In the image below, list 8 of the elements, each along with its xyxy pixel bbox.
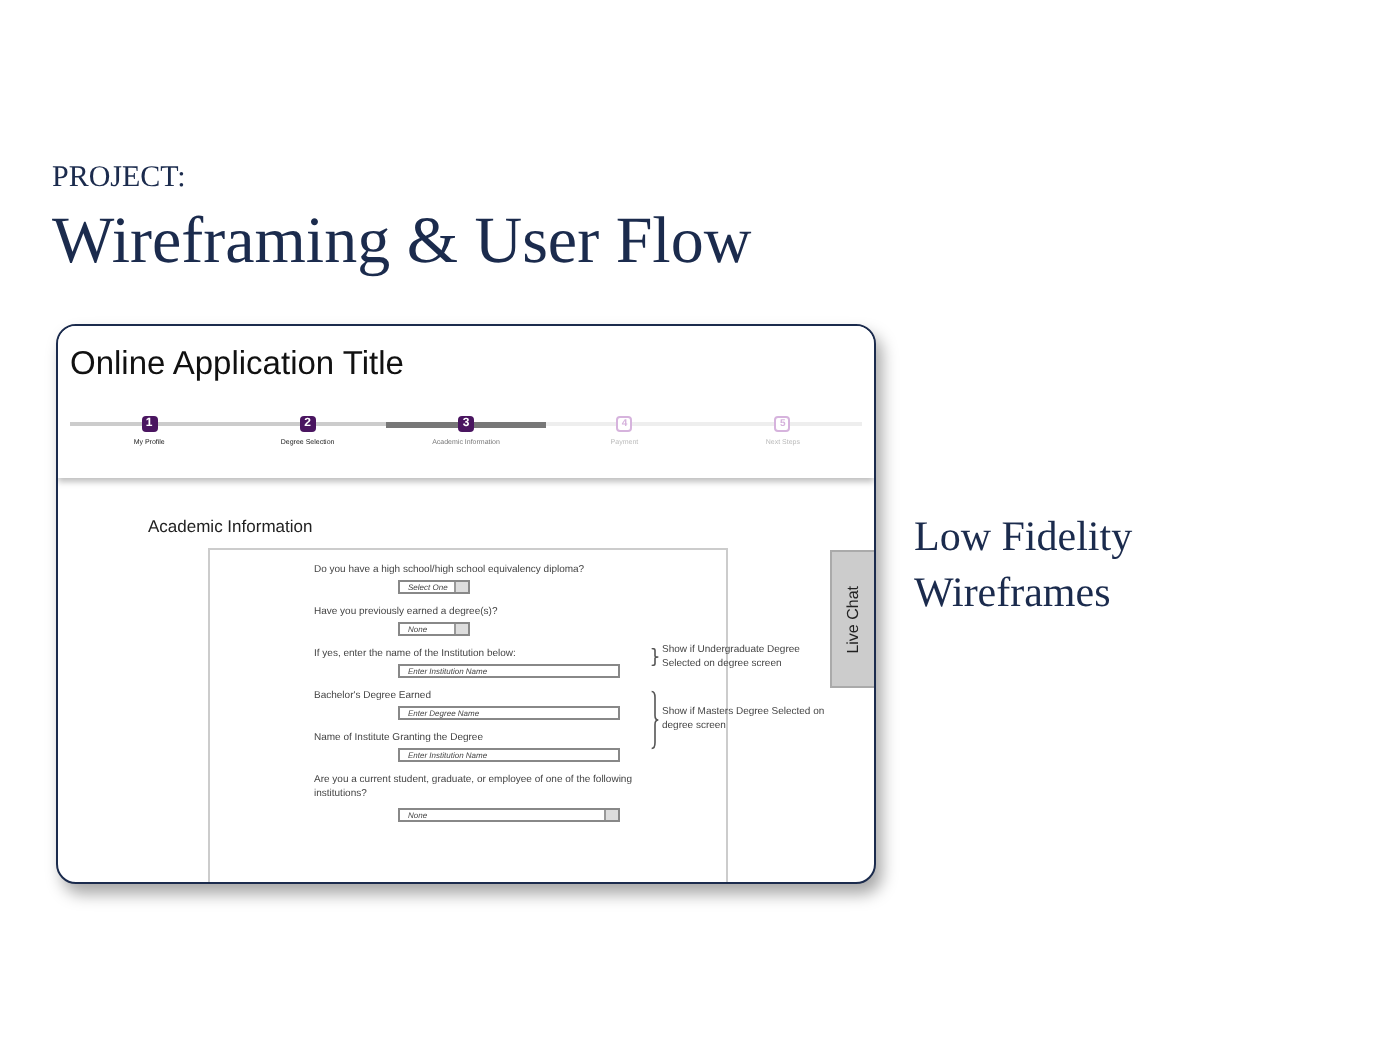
app-title: Online Application Title [70,346,404,384]
section-title: Academic Information [148,516,313,536]
live-chat-tab[interactable]: Live Chat [830,550,874,688]
eyebrow: PROJECT: [52,160,186,196]
page-title: Wireframing & User Flow [52,204,752,280]
brace-icon [650,648,660,666]
brace-icon [650,690,660,750]
caption: Low Fidelity Wireframes [914,510,1135,620]
